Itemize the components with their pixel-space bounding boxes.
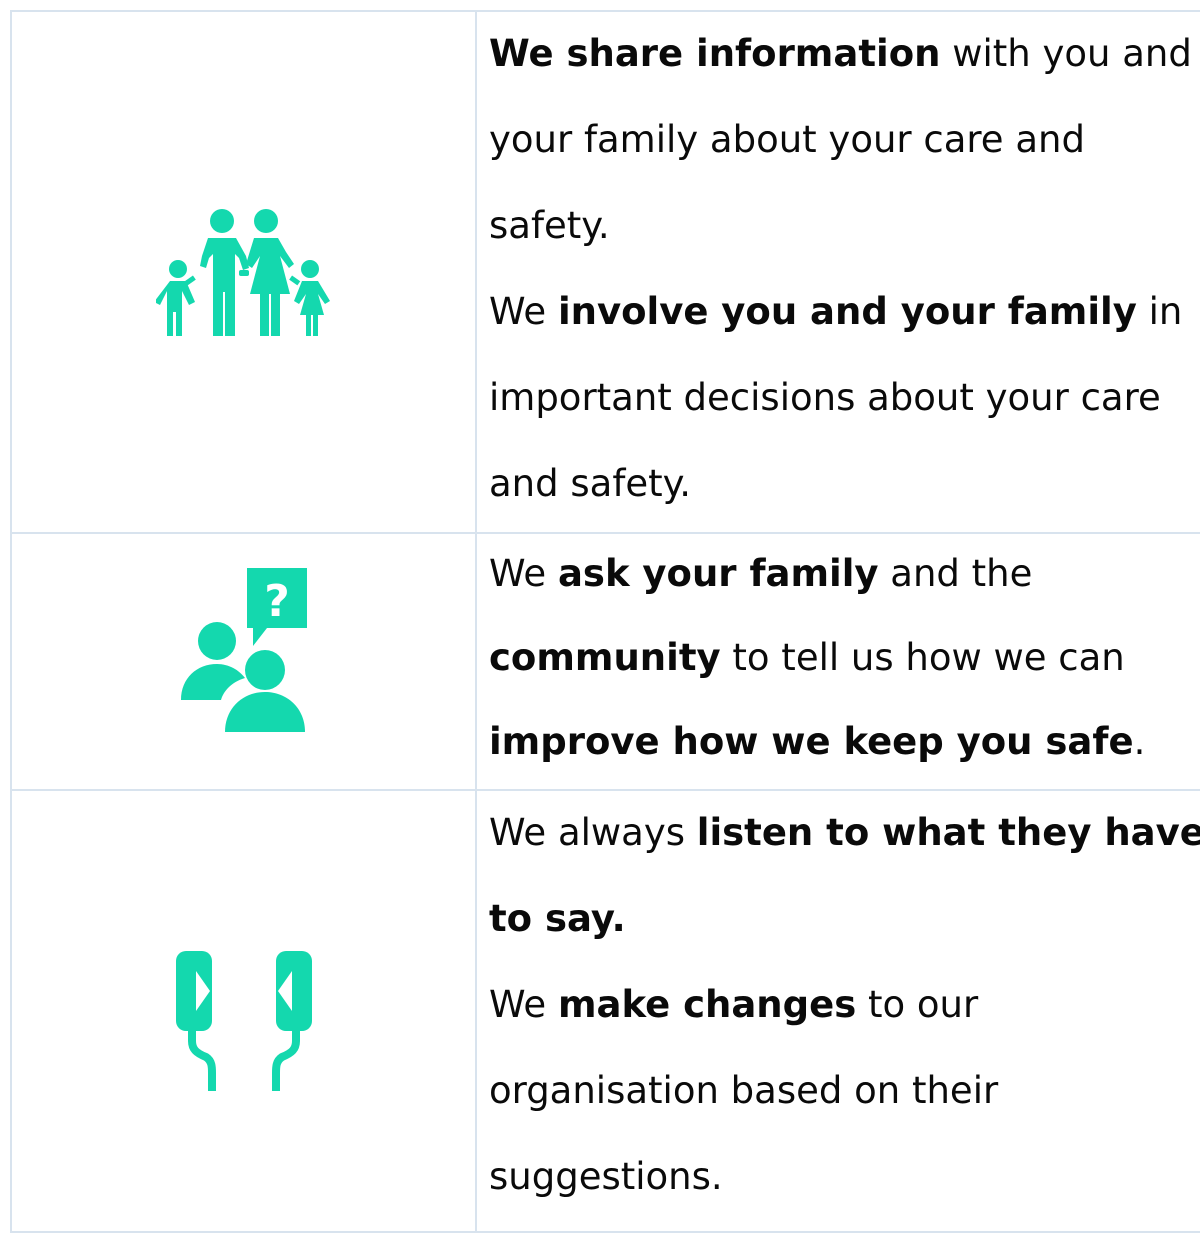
text: We xyxy=(489,983,558,1026)
text-line: safety. xyxy=(489,182,1200,270)
text: organisation based on their xyxy=(489,1069,999,1112)
bold-text: involve you and your family xyxy=(557,290,1137,333)
text-line: suggestions. xyxy=(489,1133,1200,1221)
info-table: We share information with you and your fa… xyxy=(10,10,1200,1233)
text-line: and safety. xyxy=(489,440,1200,528)
text: safety. xyxy=(489,204,610,247)
icon-cell xyxy=(10,10,477,534)
row-text: We share information with you and your fa… xyxy=(489,10,1200,528)
bold-text: to say. xyxy=(489,897,626,940)
bold-text: improve how we keep you safe xyxy=(489,720,1134,763)
text-cell: We ask your family and the community to t… xyxy=(475,530,1200,791)
bold-text: ask your family xyxy=(557,552,879,595)
text: in xyxy=(1136,290,1183,333)
icon-cell: ? xyxy=(10,532,477,791)
row-text: We ask your family and the community to t… xyxy=(489,530,1200,786)
text-line: We make changes to our xyxy=(489,961,1200,1049)
bold-text: listen to what they have xyxy=(696,811,1200,854)
text: your family about your care and xyxy=(489,118,1085,161)
svg-text:?: ? xyxy=(264,576,290,627)
text: to our xyxy=(856,983,979,1026)
text: We always xyxy=(489,811,697,854)
text: We xyxy=(489,552,558,595)
earphones-icon xyxy=(12,951,475,1091)
text-line: improve how we keep you safe. xyxy=(489,698,1200,786)
text: to tell us how we can xyxy=(720,636,1125,679)
text-line: We share information with you and xyxy=(489,10,1200,98)
bold-text: We share information xyxy=(489,32,941,75)
bold-text: community xyxy=(489,636,721,679)
row-text: We always listen to what they have to say… xyxy=(489,789,1200,1221)
text-line: We involve you and your family in xyxy=(489,268,1200,356)
text: with you and xyxy=(940,32,1192,75)
text: suggestions. xyxy=(489,1155,723,1198)
text-cell: We always listen to what they have to say… xyxy=(475,789,1200,1233)
table-row: We always listen to what they have to say… xyxy=(10,789,1200,1233)
bold-text: make changes xyxy=(557,983,857,1026)
text-line: to say. xyxy=(489,875,1200,963)
table-row: ? We ask your family and the community to… xyxy=(10,530,1200,791)
text-cell: We share information with you and your fa… xyxy=(475,10,1200,534)
text-line: important decisions about your care xyxy=(489,354,1200,442)
icon-cell xyxy=(10,789,477,1233)
text: and safety. xyxy=(489,462,692,505)
text-line: organisation based on their xyxy=(489,1047,1200,1135)
text-line: community to tell us how we can xyxy=(489,614,1200,702)
text-line: your family about your care and xyxy=(489,96,1200,184)
text-line: We always listen to what they have xyxy=(489,789,1200,877)
text: and the xyxy=(878,552,1033,595)
text: important decisions about your care xyxy=(489,376,1161,419)
table-row: We share information with you and your fa… xyxy=(10,10,1200,534)
text-line: We ask your family and the xyxy=(489,530,1200,618)
family-icon xyxy=(12,208,475,336)
text: We xyxy=(489,290,558,333)
people-question-icon: ? xyxy=(12,568,475,732)
text: . xyxy=(1133,720,1146,763)
